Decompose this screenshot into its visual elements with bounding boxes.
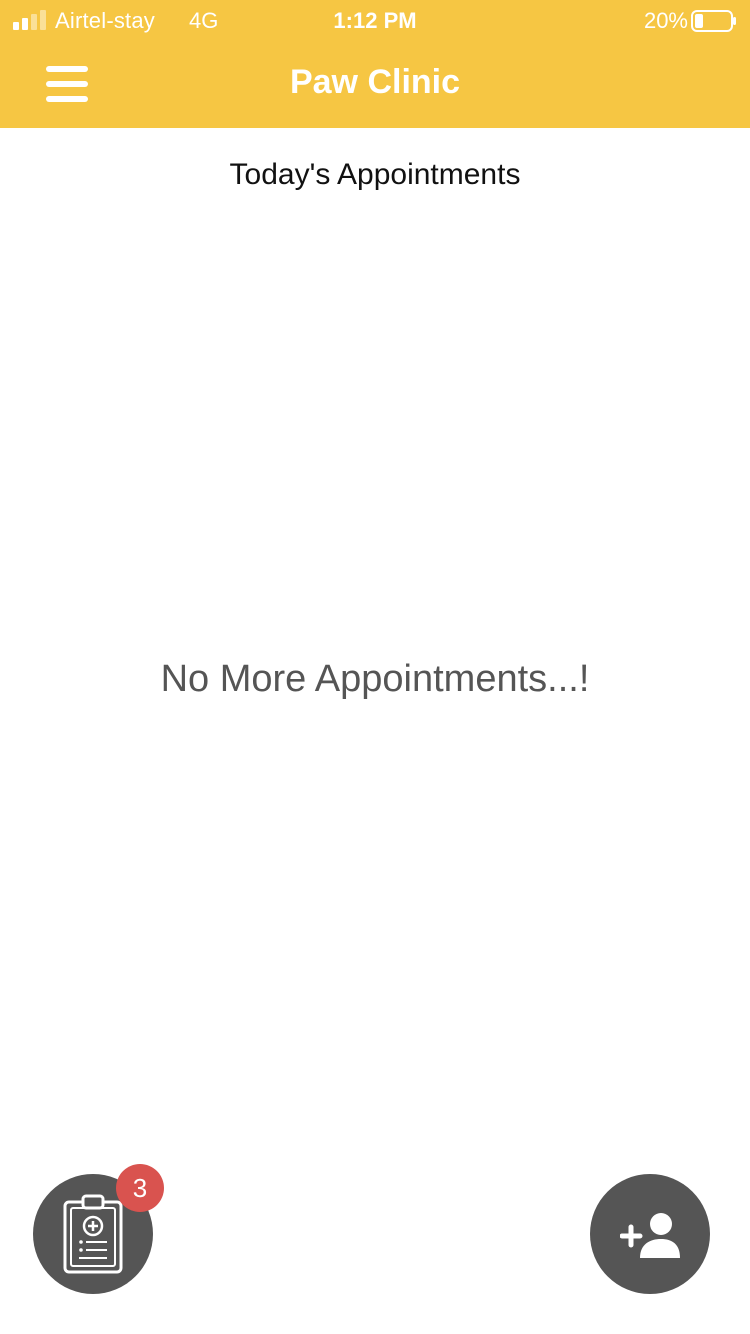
app-title: Paw Clinic (289, 63, 461, 101)
add-patient-fab-button[interactable] (590, 1174, 710, 1294)
battery-percent: 20% (643, 8, 688, 33)
battery-icon (691, 10, 736, 32)
empty-state-message: No More Appointments...! (160, 658, 590, 700)
status-bar: Airtel-stay 4G 1:12 PM 20% (0, 0, 750, 40)
app-screen: Airtel-stay 4G 1:12 PM 20% Paw Clinic To… (0, 0, 750, 1334)
header-bar: Airtel-stay 4G 1:12 PM 20% Paw Clinic (0, 0, 750, 128)
add-person-icon (620, 1213, 680, 1258)
section-title: Today's Appointments (229, 158, 521, 191)
status-time: 1:12 PM (333, 8, 417, 33)
medical-clipboard-icon (63, 1194, 123, 1274)
notification-badge: 3 (116, 1164, 164, 1212)
